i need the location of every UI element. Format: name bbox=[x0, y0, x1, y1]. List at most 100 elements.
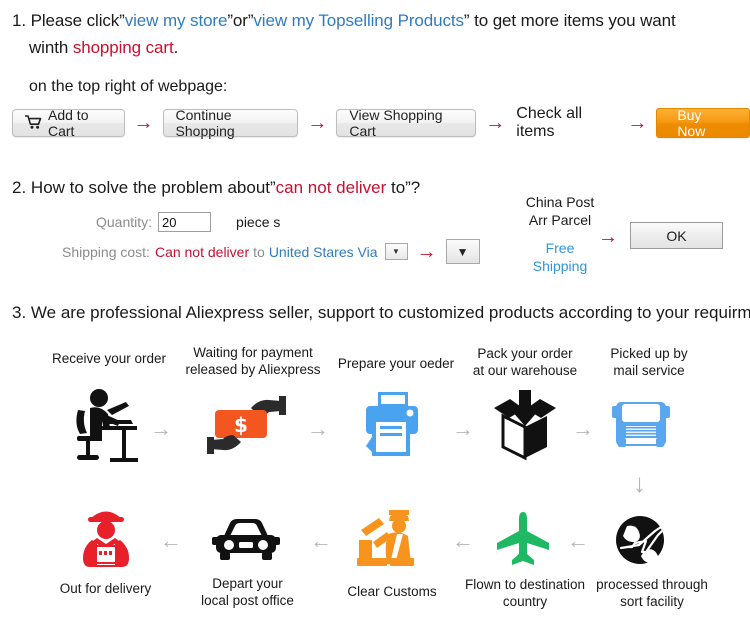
svg-text:$: $ bbox=[234, 413, 248, 437]
flow-label-line1: Prepare your oeder bbox=[337, 356, 455, 371]
chevron-down-icon: ▼ bbox=[456, 244, 469, 259]
can-not-deliver-highlight: can not deliver bbox=[275, 178, 387, 197]
arrow-right-icon: → bbox=[307, 112, 328, 134]
flow-label-line2: at our warehouse bbox=[472, 363, 578, 378]
flow-label-prepare-order: Prepare your oeder bbox=[330, 355, 462, 372]
flow-label-line1: Clear Customs bbox=[347, 584, 437, 599]
shipping-country-text: United Stares Via bbox=[268, 243, 378, 260]
flow-label-line1: Receive your order bbox=[51, 351, 167, 366]
arrow-right-icon: → bbox=[307, 416, 329, 441]
shopping-cart-highlight: shopping cart bbox=[72, 38, 174, 57]
shopping-cart-icon bbox=[24, 114, 42, 132]
arrow-left-icon: ← bbox=[567, 528, 589, 553]
globe-plane-icon bbox=[613, 512, 671, 573]
section1-line1-part-a: Please click” bbox=[30, 11, 125, 30]
ok-button[interactable]: OK bbox=[630, 222, 723, 249]
section1-line2-part-b: . bbox=[173, 38, 179, 57]
customs-officer-icon bbox=[357, 508, 421, 573]
shipping-method-select[interactable]: ▼ bbox=[445, 239, 480, 264]
arrow-right-icon: → bbox=[416, 240, 437, 263]
arrow-right-icon: → bbox=[485, 112, 506, 134]
buy-now-button[interactable]: Buy Now bbox=[656, 107, 750, 139]
car-icon bbox=[212, 518, 280, 567]
section2-head-part-a: How to solve the problem about” bbox=[30, 178, 276, 197]
carrier-name-line2: Arr Parcel bbox=[528, 212, 592, 228]
section1-line1-part-c: ” to get more items you want bbox=[463, 11, 676, 30]
continue-shopping-label: Continue Shopping bbox=[175, 107, 235, 139]
flow-label-clear-customs: Clear Customs bbox=[337, 583, 447, 600]
carrier-name-line1: China Post bbox=[525, 194, 595, 210]
section1-line2-part-a: winth bbox=[29, 38, 73, 57]
flow-label-out-for-delivery: Out for delivery bbox=[43, 580, 168, 597]
section2-heading: 2. How to solve the problem about”can no… bbox=[12, 178, 420, 198]
flow-label-pack-order: Pack your order at our warehouse bbox=[464, 345, 586, 379]
flow-label-line2: mail service bbox=[613, 363, 685, 378]
flow-label-line2: sort facility bbox=[620, 594, 684, 609]
box-packing-icon bbox=[490, 388, 560, 467]
arrow-right-icon: → bbox=[133, 112, 154, 134]
shipping-country-select[interactable]: ▼ bbox=[384, 243, 408, 260]
chevron-down-icon: ▼ bbox=[392, 246, 400, 256]
free-shipping-line1: Free bbox=[545, 240, 575, 256]
flow-label-line1: Flown to destination bbox=[464, 577, 586, 592]
carrier-info-block: China Post Arr Parcel Free Shipping bbox=[515, 193, 605, 275]
section2-number: 2. bbox=[12, 178, 27, 197]
check-all-items-text: Check all items bbox=[516, 105, 583, 140]
free-shipping-line2: Shipping bbox=[532, 258, 588, 274]
checkout-button-row: Add to Cart → Continue Shopping → View S… bbox=[12, 105, 750, 140]
shipping-cost-label: Shipping cost: bbox=[62, 243, 150, 260]
flow-label-line1: processed through bbox=[596, 577, 708, 592]
link-view-my-topselling-products[interactable]: view my Topselling Products bbox=[253, 11, 464, 30]
link-view-my-store[interactable]: view my store bbox=[125, 11, 228, 30]
add-to-cart-label: Add to Cart bbox=[48, 107, 89, 139]
ok-button-label: OK bbox=[666, 227, 687, 244]
arrow-left-icon: ← bbox=[160, 528, 182, 553]
flow-label-waiting-payment: Waiting for payment released by Aliexpre… bbox=[183, 344, 323, 378]
flow-label-line1: Waiting for payment bbox=[193, 345, 313, 360]
shipping-to-text: to bbox=[253, 243, 265, 260]
quantity-unit-label: piece s bbox=[236, 214, 281, 230]
flow-label-depart-post-office: Depart your local post office bbox=[190, 575, 305, 609]
flow-label-line1: Out for delivery bbox=[59, 581, 152, 596]
arrow-left-icon: ← bbox=[310, 528, 332, 553]
section2-head-part-b: to”? bbox=[386, 178, 421, 197]
quantity-input[interactable] bbox=[158, 212, 212, 232]
flow-label-flown-to-destination: Flown to destination country bbox=[460, 576, 590, 610]
section3-heading-text: We are professional Aliexpress seller, s… bbox=[30, 303, 750, 322]
quantity-row: Quantity: piece s bbox=[96, 212, 280, 232]
delivery-person-icon bbox=[80, 506, 132, 573]
flow-label-line1: Picked up by bbox=[610, 346, 688, 361]
arrow-left-icon: ← bbox=[452, 528, 474, 553]
arrow-right-icon: → bbox=[452, 416, 474, 441]
flow-label-line2: released by Aliexpress bbox=[185, 362, 321, 377]
flow-label-receive-order: Receive your order bbox=[38, 350, 180, 367]
flow-label-processed-sort-facility: processed through sort facility bbox=[589, 576, 715, 610]
flow-label-line2: local post office bbox=[201, 593, 294, 608]
arrow-right-icon: → bbox=[572, 416, 594, 441]
shipping-cost-row: Shipping cost: Can not deliver to United… bbox=[62, 239, 480, 264]
quantity-label: Quantity: bbox=[96, 214, 153, 230]
arrow-right-icon: → bbox=[627, 112, 648, 134]
printer-icon bbox=[360, 390, 424, 465]
add-to-cart-button[interactable]: Add to Cart bbox=[12, 107, 125, 139]
section3-heading: 3. We are professional Aliexpress seller… bbox=[12, 303, 750, 323]
section1-subtitle: on the top right of webpage: bbox=[29, 78, 228, 95]
flow-label-line1: Pack your order bbox=[477, 346, 573, 361]
arrow-right-icon: → bbox=[598, 226, 618, 248]
view-shopping-cart-label: View Shopping Cart bbox=[349, 107, 443, 139]
free-shipping-badge: Free Shipping bbox=[515, 239, 605, 275]
shipping-cannot-deliver-text: Can not deliver bbox=[154, 243, 250, 260]
section1-line1-part-b: ”or” bbox=[227, 11, 254, 30]
section1-line2: winth shopping cart. bbox=[12, 34, 738, 61]
arrow-down-icon: ↓ bbox=[633, 468, 646, 498]
section1-text: 1. Please click”view my store”or”view my… bbox=[12, 7, 738, 61]
view-shopping-cart-button[interactable]: View Shopping Cart bbox=[336, 107, 477, 139]
section3-number: 3. bbox=[12, 303, 27, 322]
flow-label-line2: country bbox=[502, 594, 548, 609]
truck-icon bbox=[612, 392, 670, 459]
flow-label-picked-up: Picked up by mail service bbox=[594, 345, 704, 379]
arrow-right-icon: → bbox=[150, 416, 172, 441]
continue-shopping-button[interactable]: Continue Shopping bbox=[162, 107, 299, 139]
buy-now-label: Buy Now bbox=[677, 107, 706, 139]
section1-number: 1. bbox=[12, 11, 26, 30]
